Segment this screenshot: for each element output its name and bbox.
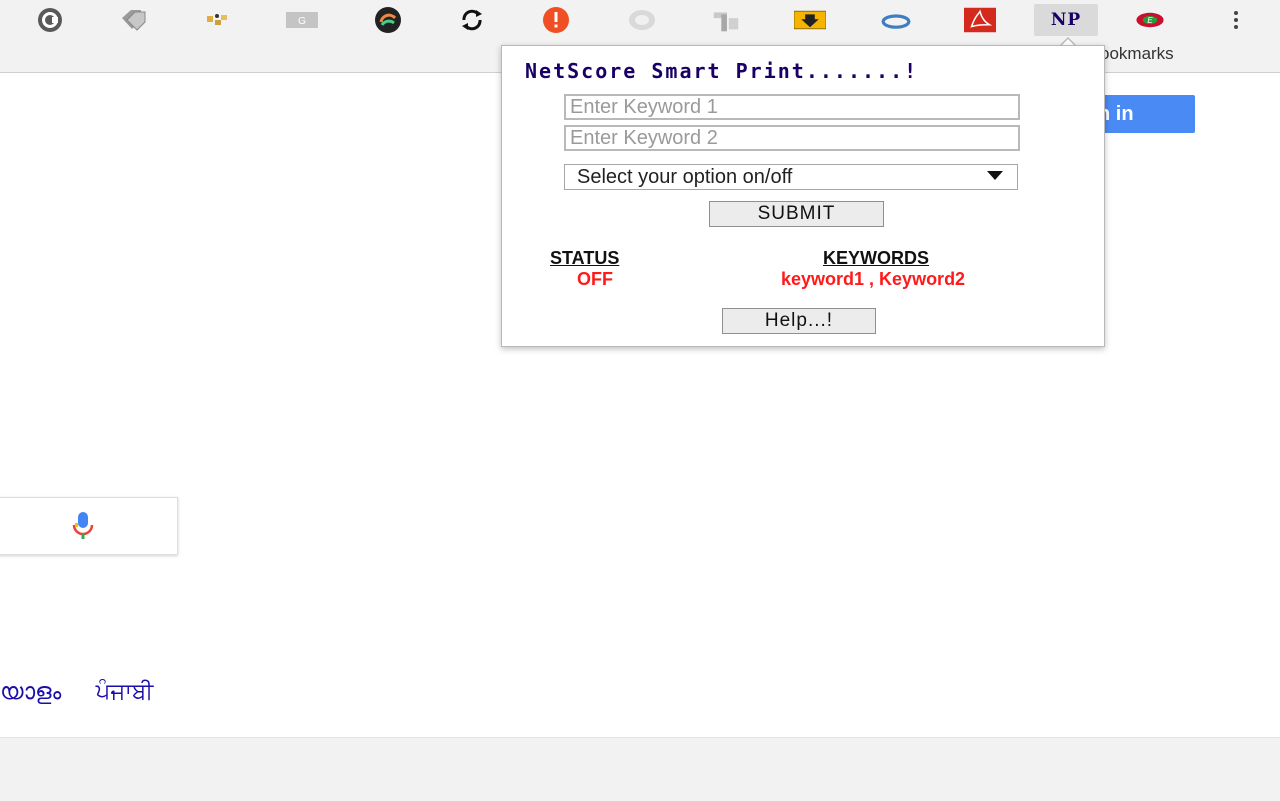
caret-down-icon [987,171,1003,180]
copyright-c-icon[interactable] [34,4,66,36]
ring-icon[interactable] [880,4,912,36]
netscore-popup: NetScore Smart Print.......! Select your… [501,45,1105,347]
pdf-icon[interactable] [964,4,996,36]
sign-in-button[interactable]: n in [1090,95,1195,133]
submit-button[interactable]: SUBMIT [709,201,884,227]
language-links: യാളം ਪੰਜਾਬੀ [0,678,181,705]
status-heading: STATUS [550,248,620,268]
microphone-icon[interactable] [67,510,99,547]
sync-arrows-icon[interactable] [456,4,488,36]
option-select[interactable]: Select your option on/off [564,164,1018,190]
language-link[interactable]: ਪੰਜਾਬੀ [96,678,154,704]
popup-title: NetScore Smart Print.......! [525,59,919,83]
keyword1-input[interactable] [564,94,1020,120]
more-menu-icon[interactable] [1228,8,1244,32]
svg-text:G: G [298,16,306,27]
help-button[interactable]: Help...! [722,308,876,334]
price-tags-icon[interactable] [118,4,150,36]
page-footer [0,737,1280,801]
tools-icon[interactable] [710,4,742,36]
netscore-np-icon[interactable]: NP [1034,4,1098,36]
keywords-heading: KEYWORDS [823,248,930,268]
np-label: NP [1050,10,1082,30]
keywords-value: keyword1 , Keyword2 [781,269,966,289]
keyword2-input[interactable] [564,125,1020,151]
globe-badge-icon[interactable]: E [1134,4,1166,36]
grammar-g-icon[interactable]: G [286,4,318,36]
ghost-circle-icon[interactable] [626,4,658,36]
bookmarks-bar-label[interactable]: ookmarks [1100,44,1250,64]
svg-text:E: E [1147,16,1153,25]
color-wheel-icon[interactable] [372,4,404,36]
puzzle-bits-icon[interactable] [202,4,234,36]
download-arrow-icon[interactable] [794,4,826,36]
language-link[interactable]: യാളം [0,678,61,704]
status-value: OFF [577,269,613,289]
alert-exclamation-icon[interactable] [540,4,572,36]
search-box[interactable] [0,497,178,555]
option-select-value: Select your option on/off [577,165,793,188]
